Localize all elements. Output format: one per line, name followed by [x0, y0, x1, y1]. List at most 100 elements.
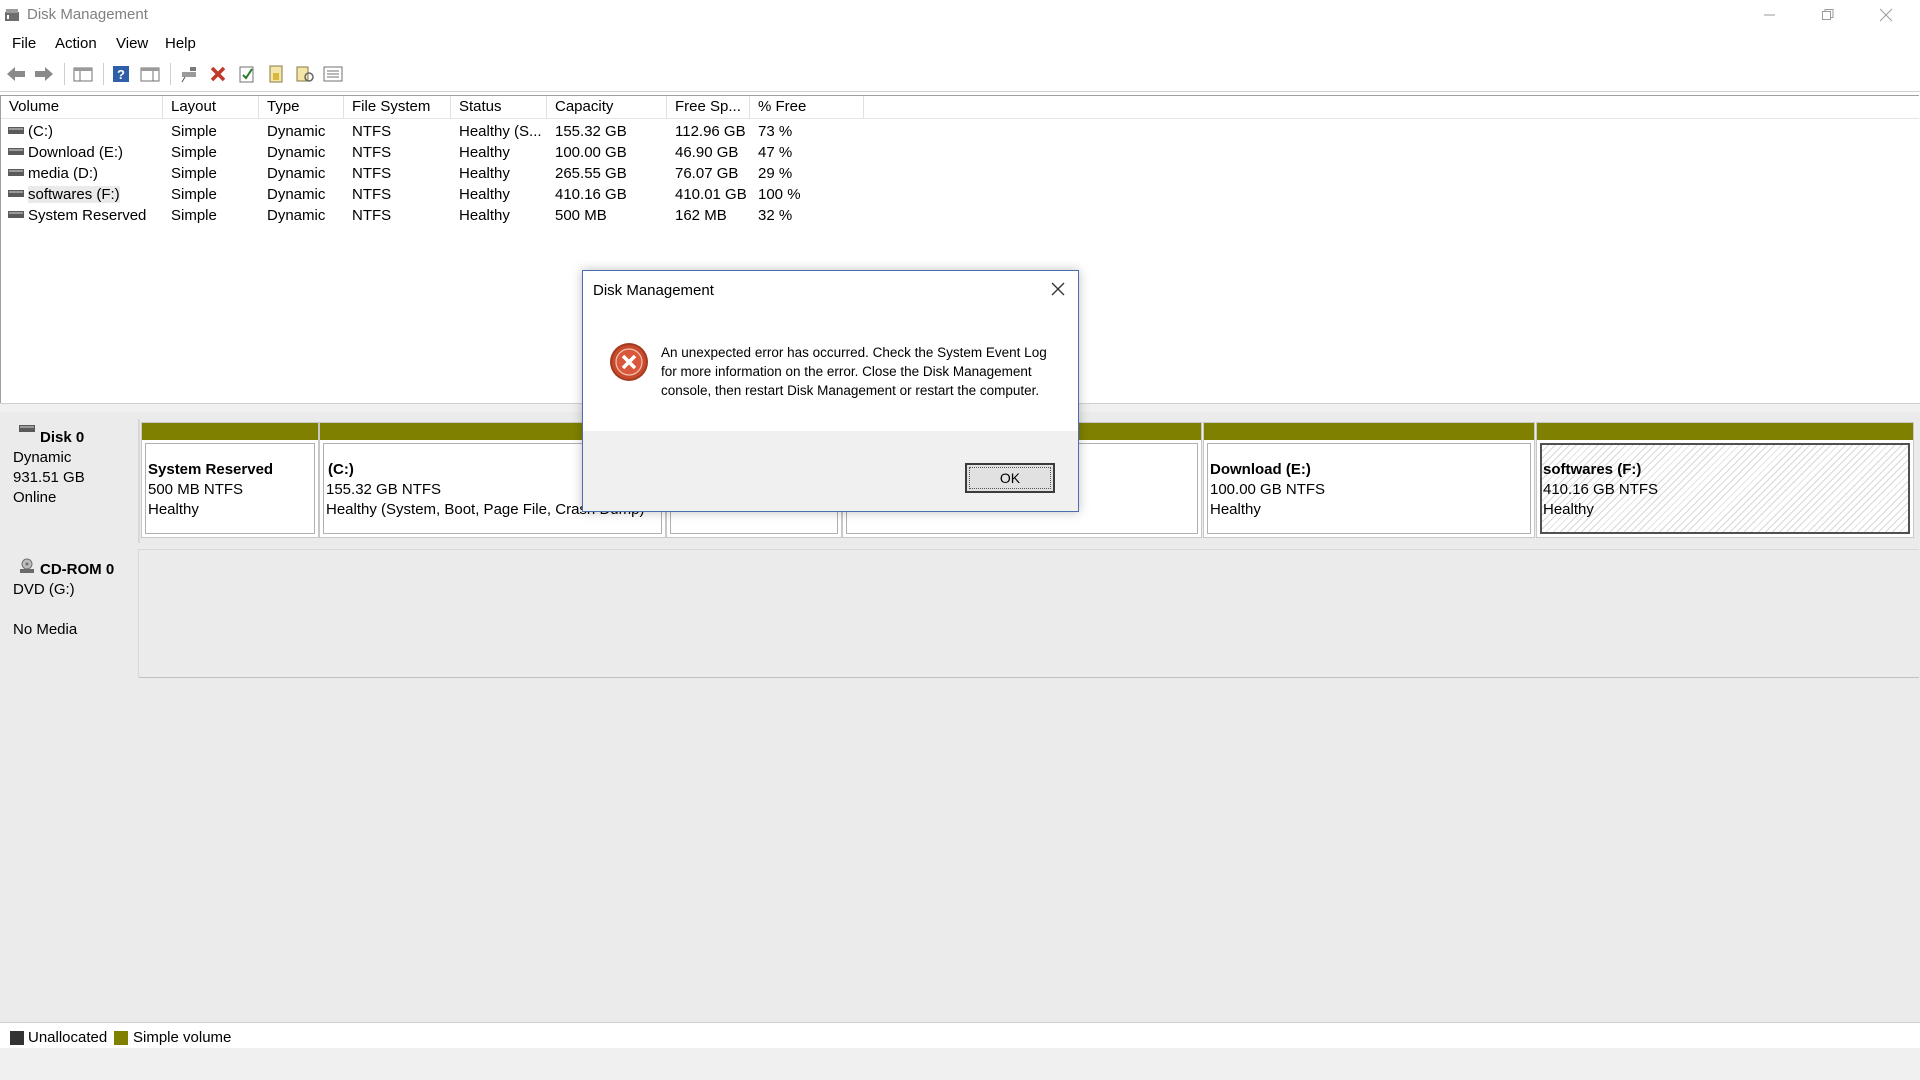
legend-unallocated: Unallocated	[28, 1029, 108, 1046]
partition-download-e[interactable]: Download (E:) 100.00 GB NTFS Healthy	[1203, 422, 1535, 538]
action-pane-icon	[140, 67, 160, 82]
ok-button[interactable]: OK	[965, 463, 1055, 493]
volume-drive-icon	[8, 169, 24, 176]
table-row[interactable]: softwares (F:) Simple Dynamic NTFS Healt…	[1, 185, 861, 206]
cell-type: Dynamic	[267, 165, 326, 182]
cell-volume: media (D:)	[28, 165, 99, 182]
document-icon	[269, 65, 283, 83]
view-list-button[interactable]	[322, 64, 344, 84]
cell-status: Healthy (S...	[459, 123, 542, 140]
cell-volume: System Reserved	[28, 207, 147, 224]
dialog-close-button[interactable]	[1048, 279, 1068, 299]
cell-volume: (C:)	[28, 123, 53, 140]
minimize-button[interactable]	[1741, 0, 1799, 30]
table-row[interactable]: Download (E:) Simple Dynamic NTFS Health…	[1, 143, 861, 164]
error-icon	[610, 343, 648, 381]
cell-percent-free: 29 %	[758, 165, 793, 182]
properties-button[interactable]	[236, 64, 258, 84]
partition-system-reserved[interactable]: System Reserved 500 MB NTFS Healthy	[141, 422, 319, 538]
title-bar: Disk Management	[0, 0, 1920, 30]
unallocated-swatch	[10, 1031, 24, 1045]
disk-management-app-icon	[5, 9, 19, 21]
back-arrow-icon	[7, 67, 25, 81]
menu-help[interactable]: Help	[165, 35, 196, 52]
partition-name: softwares (F:)	[1543, 461, 1642, 478]
disk-0-size: 931.51 GB	[13, 469, 85, 486]
menu-file[interactable]: File	[12, 35, 36, 52]
cdrom-0-media-area	[139, 549, 1919, 678]
cell-layout: Simple	[171, 165, 217, 182]
cell-percent-free: 100 %	[758, 186, 801, 203]
disk-icon	[19, 425, 35, 432]
simple-volume-bar	[142, 423, 318, 440]
table-row[interactable]: media (D:) Simple Dynamic NTFS Healthy 2…	[1, 164, 861, 185]
help-button[interactable]: ?	[110, 64, 132, 84]
cell-status: Healthy	[459, 186, 510, 203]
volume-drive-icon	[8, 211, 24, 218]
close-icon	[1051, 282, 1065, 296]
checklist-icon	[239, 66, 254, 83]
cdrom-0-drive: DVD (G:)	[13, 581, 75, 598]
dialog-message: An unexpected error has occurred. Check …	[661, 343, 1051, 400]
connect-drive-icon	[181, 67, 196, 83]
cell-free-space: 46.90 GB	[675, 144, 739, 161]
partition-name: (C:)	[328, 461, 354, 478]
svg-text:?: ?	[117, 67, 125, 82]
simple-volume-bar	[1537, 423, 1913, 440]
cdrom-0-media-status: No Media	[13, 621, 78, 638]
open-document-button[interactable]	[294, 64, 316, 84]
close-icon	[1879, 8, 1893, 22]
column-header-capacity[interactable]: Capacity	[547, 96, 667, 118]
column-header-volume[interactable]: Volume	[1, 96, 163, 118]
volume-list-header: Volume Layout Type File System Status Ca…	[1, 96, 1919, 119]
column-header-free-space[interactable]: Free Sp...	[667, 96, 750, 118]
new-folder-button[interactable]	[265, 64, 287, 84]
column-header-layout[interactable]: Layout	[163, 96, 259, 118]
cell-percent-free: 73 %	[758, 123, 793, 140]
back-button[interactable]	[5, 64, 27, 84]
cell-file-system: NTFS	[352, 186, 392, 203]
legend-bar: Unallocated Simple volume	[0, 1022, 1920, 1049]
close-window-button[interactable]	[1857, 0, 1915, 30]
cell-volume: softwares (F:)	[28, 186, 120, 203]
forward-button[interactable]	[33, 64, 55, 84]
cell-type: Dynamic	[267, 123, 326, 140]
cell-file-system: NTFS	[352, 144, 392, 161]
partition-softwares-f[interactable]: softwares (F:) 410.16 GB NTFS Healthy	[1536, 422, 1914, 538]
dialog-message-line: An unexpected error has occurred. Check …	[661, 345, 1047, 360]
disk-0-type: Dynamic	[13, 449, 72, 466]
toolbar-separator	[103, 63, 104, 85]
menu-action[interactable]: Action	[55, 35, 97, 52]
menu-view[interactable]: View	[116, 35, 148, 52]
column-header-file-system[interactable]: File System	[344, 96, 451, 118]
partition-name: System Reserved	[148, 461, 274, 478]
dialog-message-line: for more information on the error. Close…	[661, 364, 1032, 379]
column-header-type[interactable]: Type	[259, 96, 344, 118]
status-strip	[0, 1048, 1920, 1080]
table-row[interactable]: (C:) Simple Dynamic NTFS Healthy (S... 1…	[1, 122, 861, 143]
disk-0-header[interactable]: Disk 0 Dynamic 931.51 GB Online	[3, 419, 140, 543]
simple-volume-bar	[1204, 423, 1534, 440]
cell-type: Dynamic	[267, 144, 326, 161]
volume-drive-icon	[8, 190, 24, 197]
show-hide-console-tree-button[interactable]	[72, 64, 94, 84]
simple-volume-swatch	[114, 1031, 128, 1045]
cell-free-space: 112.96 GB	[675, 123, 746, 140]
cell-volume: Download (E:)	[28, 144, 124, 161]
toolbar: ?	[0, 56, 1920, 92]
show-hide-action-pane-button[interactable]	[139, 64, 161, 84]
column-header-percent-free[interactable]: % Free	[750, 96, 864, 118]
column-header-status[interactable]: Status	[451, 96, 547, 118]
restore-button[interactable]	[1799, 0, 1857, 30]
cdrom-0-header[interactable]: CD-ROM 0 DVD (G:) No Media	[3, 549, 140, 677]
table-row[interactable]: System Reserved Simple Dynamic NTFS Heal…	[1, 206, 861, 227]
cell-percent-free: 47 %	[758, 144, 793, 161]
cell-file-system: NTFS	[352, 165, 392, 182]
console-tree-icon	[73, 67, 93, 82]
cell-capacity: 265.55 GB	[555, 165, 627, 182]
connect-disk-button[interactable]	[178, 64, 200, 84]
cell-type: Dynamic	[267, 186, 326, 203]
minimize-icon	[1764, 14, 1775, 16]
restore-icon	[1822, 9, 1834, 20]
delete-button[interactable]	[207, 64, 229, 84]
